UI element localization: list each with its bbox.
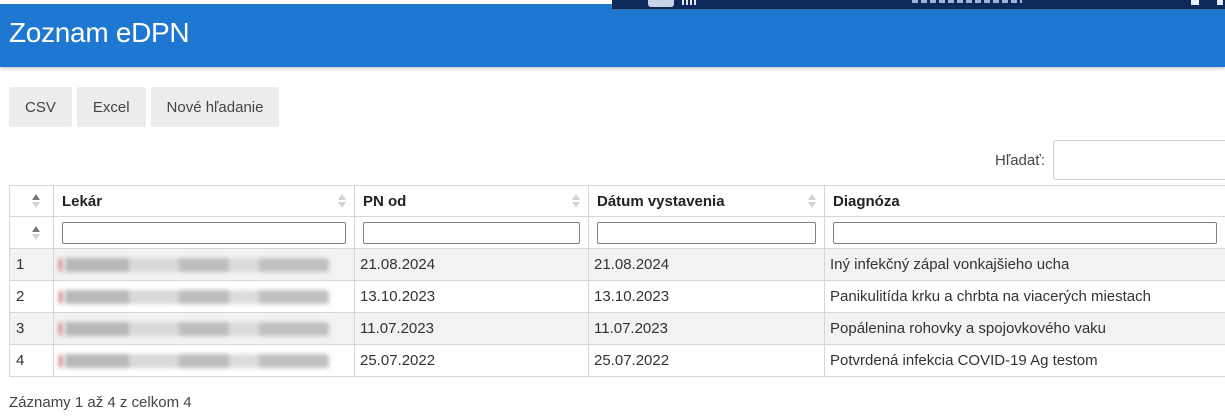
search-label: Hľadať:	[995, 151, 1046, 169]
column-header-issue-date[interactable]: Dátum vystavenia	[588, 185, 825, 217]
diagnosis-cell: Panikulitída krku a chrbta na viacerých …	[824, 280, 1225, 313]
column-header-diagnosis[interactable]: Diagnóza	[824, 185, 1225, 217]
row-index: 4	[9, 344, 54, 377]
filter-row	[9, 216, 1225, 249]
diagnosis-cell: Iný infekčný zápal vonkajšieho ucha	[824, 248, 1225, 281]
tray-icon	[1191, 0, 1199, 5]
redacted-doctor-name	[59, 322, 329, 337]
tray-icon	[1217, 0, 1223, 5]
pn-from-cell: 11.07.2023	[354, 312, 589, 345]
signal-icon	[682, 0, 696, 5]
table-row[interactable]: 2 13.10.2023 13.10.2023 Panikulitída krk…	[9, 280, 1225, 313]
export-toolbar: CSV Excel Nové hľadanie	[9, 87, 280, 127]
csv-button[interactable]: CSV	[9, 87, 72, 127]
row-index: 2	[9, 280, 54, 313]
issue-date-cell: 21.08.2024	[588, 248, 825, 281]
sort-icon	[32, 225, 40, 240]
filter-cell	[588, 216, 825, 249]
doctor-cell	[53, 248, 355, 281]
doctor-cell	[53, 280, 355, 313]
doctor-filter-input[interactable]	[62, 221, 346, 244]
app-header: Zoznam eDPN	[0, 4, 1225, 67]
sort-icon	[32, 194, 40, 208]
search-box: Hľadať:	[995, 140, 1225, 180]
table-header-row: Lekár PN od Dátum vystavenia Diagnóza	[9, 185, 1225, 217]
pn-from-cell: 13.10.2023	[354, 280, 589, 313]
diagnosis-filter-input[interactable]	[833, 221, 1217, 244]
table-row[interactable]: 1 21.08.2024 21.08.2024 Iný infekčný záp…	[9, 248, 1225, 281]
table-row[interactable]: 3 11.07.2023 11.07.2023 Popálenina rohov…	[9, 312, 1225, 345]
pn-from-cell: 21.08.2024	[354, 248, 589, 281]
column-header-index[interactable]	[9, 185, 54, 217]
issue-date-cell: 11.07.2023	[588, 312, 825, 345]
taskbar-text-fragment	[912, 0, 1022, 3]
search-input[interactable]	[1053, 140, 1225, 180]
redacted-doctor-name	[59, 258, 329, 273]
doctor-cell	[53, 312, 355, 345]
filter-cell	[53, 216, 355, 249]
row-index: 1	[9, 248, 54, 281]
redacted-doctor-name	[59, 290, 329, 305]
column-header-pn-from[interactable]: PN od	[354, 185, 589, 217]
diagnosis-cell: Popálenina rohovky a spojovkového vaku	[824, 312, 1225, 345]
window-icon	[648, 0, 674, 7]
pn-from-cell: 25.07.2022	[354, 344, 589, 377]
doctor-cell	[53, 344, 355, 377]
redacted-doctor-name	[59, 354, 329, 369]
os-taskbar-fragment	[612, 0, 1225, 10]
page-title: Zoznam eDPN	[9, 17, 190, 48]
records-table: Lekár PN od Dátum vystavenia Diagnóza 1 …	[9, 185, 1225, 377]
table-row[interactable]: 4 25.07.2022 25.07.2022 Potvrdená infekc…	[9, 344, 1225, 377]
issue-date-cell: 13.10.2023	[588, 280, 825, 313]
sort-icon	[338, 194, 346, 208]
sort-icon	[808, 194, 816, 208]
sort-icon	[572, 194, 580, 208]
issue-date-filter-input[interactable]	[597, 221, 816, 244]
new-search-button[interactable]: Nové hľadanie	[150, 87, 280, 127]
diagnosis-cell: Potvrdená infekcia COVID-19 Ag testom	[824, 344, 1225, 377]
issue-date-cell: 25.07.2022	[588, 344, 825, 377]
row-index: 3	[9, 312, 54, 345]
excel-button[interactable]: Excel	[76, 87, 146, 127]
filter-cell-index[interactable]	[9, 216, 54, 249]
column-header-doctor[interactable]: Lekár	[53, 185, 355, 217]
table-info: Záznamy 1 až 4 z celkom 4	[9, 394, 192, 411]
filter-cell	[354, 216, 589, 249]
pn-from-filter-input[interactable]	[363, 221, 580, 244]
filter-cell	[824, 216, 1225, 249]
